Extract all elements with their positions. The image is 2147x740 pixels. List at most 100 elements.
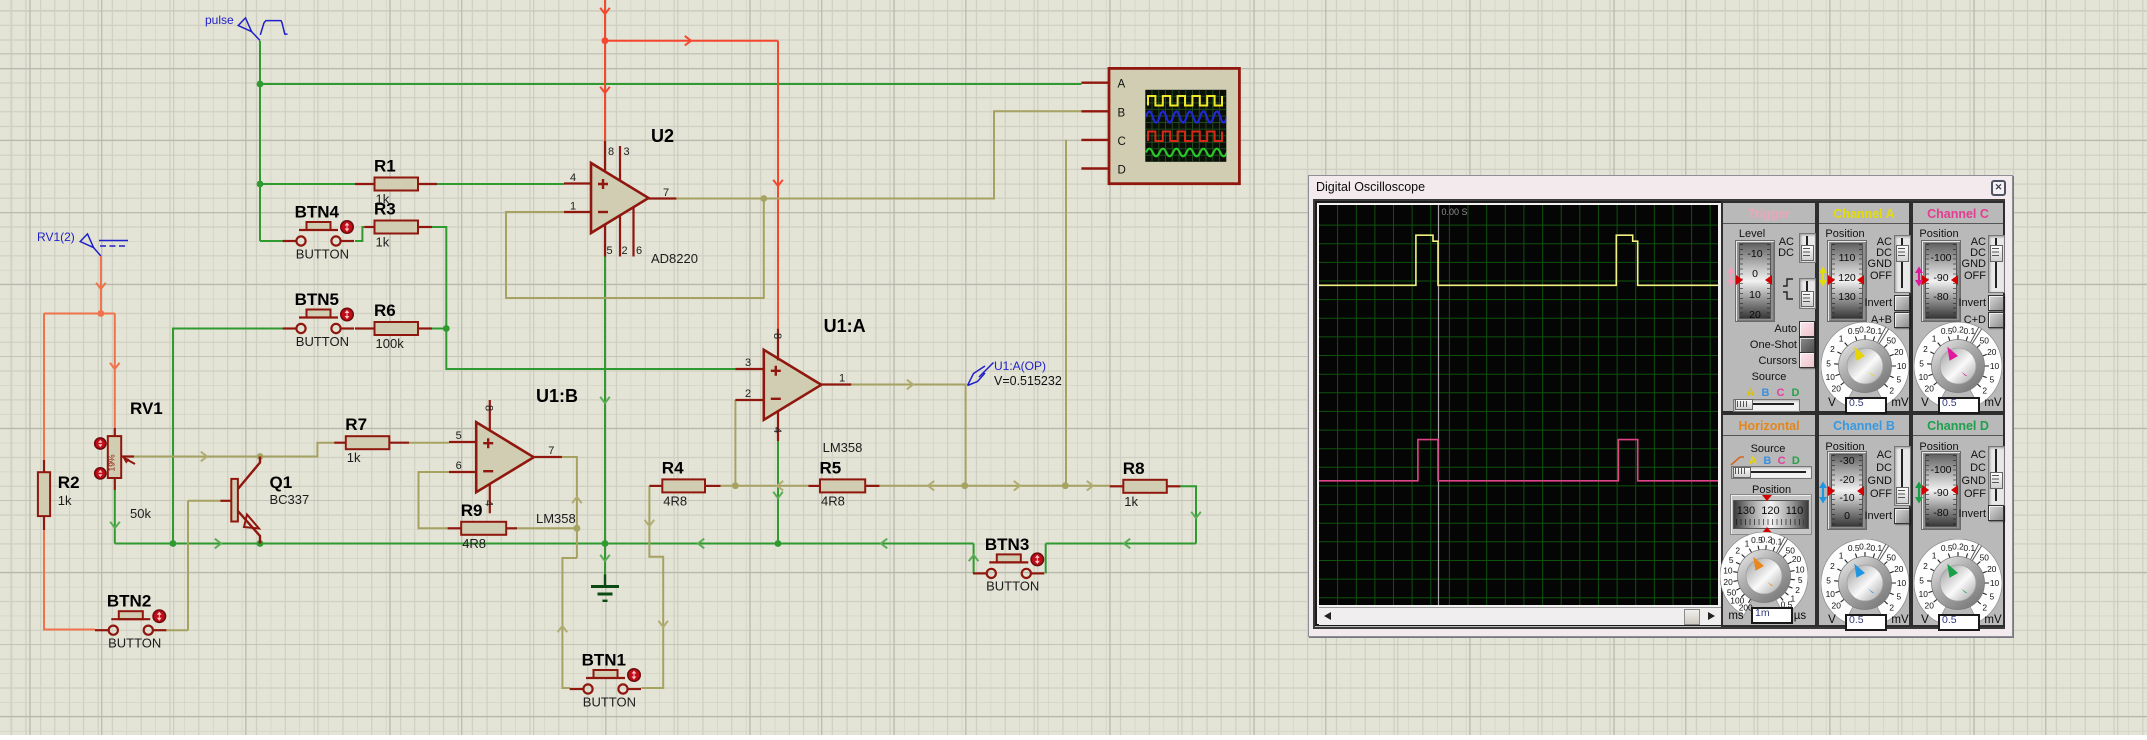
svg-text:50: 50 (1887, 335, 1897, 345)
svg-text:0.5: 0.5 (1941, 326, 1953, 336)
svg-text:2: 2 (1830, 561, 1835, 571)
svg-text:2: 2 (1889, 386, 1894, 396)
svg-text:R2: R2 (58, 473, 80, 492)
svg-text:BUTTON: BUTTON (296, 246, 349, 261)
svg-text:5: 5 (1919, 358, 1924, 368)
svg-text:2: 2 (1923, 344, 1928, 354)
svg-text:V=0.515232: V=0.515232 (994, 374, 1062, 388)
svg-text:1: 1 (839, 373, 845, 385)
svg-text:5: 5 (1989, 375, 1994, 385)
svg-text:C: C (1118, 136, 1126, 148)
svg-text:5: 5 (1896, 375, 1901, 385)
svg-text:1: 1 (1932, 550, 1937, 560)
svg-text:BUTTON: BUTTON (296, 334, 349, 349)
svg-text:B: B (1118, 107, 1126, 119)
svg-text:2: 2 (745, 388, 751, 400)
svg-text:10: 10 (1826, 589, 1836, 599)
svg-text:0.2: 0.2 (1952, 541, 1964, 551)
svg-text:1k: 1k (1124, 494, 1138, 509)
svg-text:4: 4 (570, 172, 576, 184)
svg-text:3: 3 (624, 146, 630, 158)
svg-text:R5: R5 (820, 458, 842, 477)
svg-text:0.5: 0.5 (1848, 543, 1860, 553)
svg-text:7: 7 (663, 187, 669, 199)
svg-text:20: 20 (1987, 347, 1997, 357)
svg-text:BTN4: BTN4 (295, 203, 340, 222)
svg-text:5: 5 (1798, 575, 1803, 585)
svg-text:D: D (1118, 165, 1126, 177)
svg-text:U1:A(OP): U1:A(OP) (994, 359, 1046, 373)
svg-text:BUTTON: BUTTON (986, 579, 1039, 594)
svg-text:20: 20 (1832, 383, 1842, 393)
svg-text:1k: 1k (347, 450, 361, 465)
svg-text:1k: 1k (58, 493, 72, 508)
svg-text:5: 5 (456, 430, 462, 442)
svg-text:5: 5 (1989, 592, 1994, 602)
svg-text:0.5: 0.5 (1941, 543, 1953, 553)
svg-text:20: 20 (1894, 347, 1904, 357)
svg-text:5: 5 (607, 245, 613, 257)
svg-text:BTN3: BTN3 (985, 535, 1029, 554)
svg-text:BTN2: BTN2 (107, 592, 151, 611)
svg-text:19%: 19% (107, 454, 117, 471)
svg-text:2: 2 (1830, 344, 1835, 354)
svg-text:U1:B: U1:B (536, 386, 578, 406)
svg-text:8: 8 (608, 146, 614, 158)
svg-text:R4: R4 (662, 458, 684, 477)
svg-text:LM358: LM358 (823, 440, 863, 455)
svg-text:R8: R8 (1123, 459, 1145, 478)
svg-text:LM358: LM358 (536, 511, 576, 526)
svg-text:100k: 100k (376, 336, 405, 351)
svg-text:R7: R7 (345, 415, 367, 434)
svg-text:10: 10 (1795, 565, 1805, 575)
svg-text:20: 20 (1925, 383, 1935, 393)
svg-text:10: 10 (1826, 372, 1836, 382)
svg-text:7: 7 (548, 445, 554, 457)
svg-text:0.2: 0.2 (1952, 324, 1964, 334)
svg-text:0.1: 0.1 (1963, 326, 1975, 336)
svg-text:10: 10 (1919, 589, 1929, 599)
svg-text:8: 8 (771, 333, 783, 339)
svg-text:4: 4 (771, 427, 783, 433)
svg-text:10: 10 (1990, 361, 2000, 371)
svg-text:6: 6 (456, 460, 462, 472)
svg-text:1: 1 (1839, 550, 1844, 560)
svg-text:R3: R3 (374, 200, 396, 219)
svg-text:BUTTON: BUTTON (583, 694, 636, 709)
svg-text:0.2: 0.2 (1859, 324, 1871, 334)
svg-text:BTN5: BTN5 (295, 290, 339, 309)
svg-text:4R8: 4R8 (821, 493, 845, 508)
svg-text:pulse: pulse (205, 13, 234, 27)
svg-text:1: 1 (570, 201, 576, 213)
svg-text:5: 5 (1826, 575, 1831, 585)
svg-text:2: 2 (1982, 386, 1987, 396)
svg-text:1k: 1k (376, 235, 390, 250)
svg-text:BTN1: BTN1 (582, 651, 626, 670)
svg-text:20: 20 (1987, 564, 1997, 574)
svg-text:2: 2 (1795, 585, 1800, 595)
svg-text:RV1(2): RV1(2) (37, 230, 75, 244)
svg-text:5: 5 (1896, 592, 1901, 602)
svg-text:0.2: 0.2 (1859, 541, 1871, 551)
svg-text:0.1: 0.1 (1870, 326, 1882, 336)
svg-text:1: 1 (1745, 539, 1750, 549)
svg-text:20: 20 (1925, 600, 1935, 610)
svg-text:2: 2 (622, 245, 628, 257)
svg-text:0.00 S: 0.00 S (1442, 207, 1468, 217)
svg-text:3: 3 (745, 357, 751, 369)
svg-text:6: 6 (636, 245, 642, 257)
svg-text:0.5: 0.5 (1848, 326, 1860, 336)
svg-text:R1: R1 (374, 157, 396, 176)
svg-text:R9: R9 (461, 501, 483, 520)
svg-text:5: 5 (1826, 358, 1831, 368)
svg-text:50: 50 (1980, 552, 1990, 562)
svg-text:50: 50 (1980, 335, 1990, 345)
svg-text:RV1: RV1 (130, 399, 163, 418)
svg-text:2: 2 (1889, 603, 1894, 613)
svg-text:20: 20 (1894, 564, 1904, 574)
svg-text:2: 2 (1923, 561, 1928, 571)
svg-text:20: 20 (1832, 600, 1842, 610)
svg-text:Q1: Q1 (270, 473, 293, 492)
svg-text:A: A (1118, 79, 1126, 91)
svg-text:AD8220: AD8220 (651, 251, 698, 266)
